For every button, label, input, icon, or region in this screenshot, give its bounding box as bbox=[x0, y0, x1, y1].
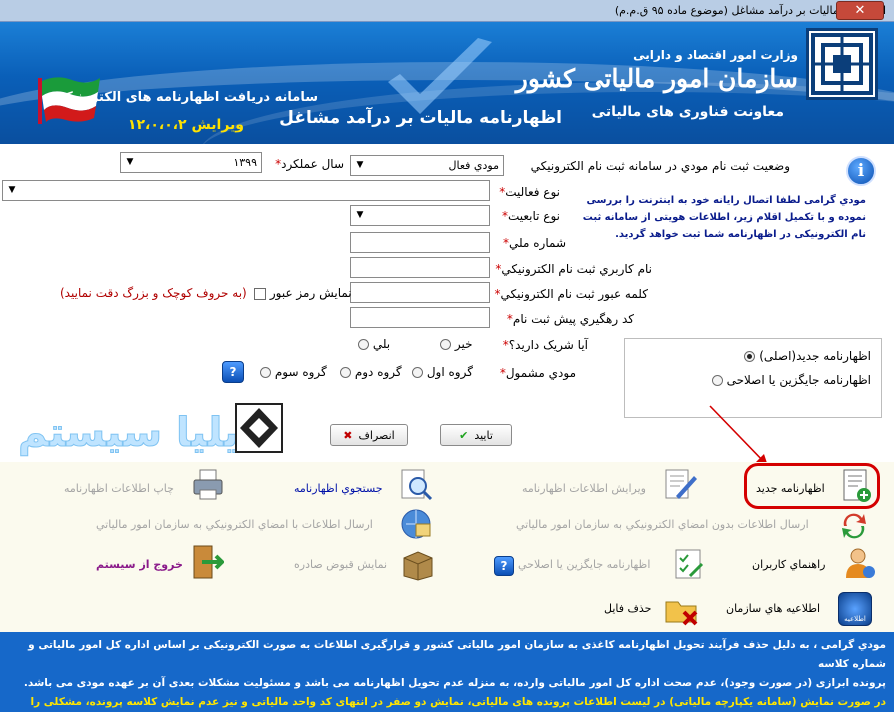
group-2-radio[interactable] bbox=[340, 367, 351, 378]
show-receipts-action[interactable]: نمايش قبوض صادره bbox=[294, 558, 387, 571]
exit-action[interactable]: خروج از سيستم bbox=[96, 558, 183, 571]
search-return-action[interactable]: جستجوي اظهارنامه bbox=[294, 482, 383, 495]
replace-return-action[interactable]: اظهارنامه جايگزين يا اصلاحي bbox=[518, 558, 650, 571]
tracking-code-input[interactable] bbox=[350, 307, 490, 328]
info-icon: i bbox=[846, 156, 876, 186]
checklist-icon[interactable] bbox=[672, 546, 708, 582]
sync-arrows-icon[interactable] bbox=[836, 508, 872, 544]
logo-emblem-icon bbox=[811, 33, 873, 95]
partner-no-radio[interactable] bbox=[440, 339, 451, 350]
nationality-select[interactable]: ▼ bbox=[350, 205, 490, 226]
activity-type-label: نوع فعاليت* bbox=[499, 185, 560, 199]
partner-no-option[interactable]: خير bbox=[440, 337, 473, 351]
printer-icon[interactable] bbox=[190, 466, 226, 502]
dropdown-arrow-icon: ▼ bbox=[126, 157, 134, 167]
edit-info-icon[interactable] bbox=[662, 466, 698, 502]
return-replace-option[interactable]: اظهارنامه جايگزين يا اصلاحی bbox=[711, 373, 871, 387]
national-id-input[interactable] bbox=[350, 232, 490, 253]
edit-info-action[interactable]: ويرايش اطلاعات اظهارنامه bbox=[522, 482, 646, 495]
partner-yes-option[interactable]: بلي bbox=[358, 337, 390, 351]
new-return-action[interactable]: اظهارنامه جديد bbox=[756, 482, 825, 495]
username-label: نام كاربري ثبت نام الكترونيكي* bbox=[495, 262, 652, 276]
send-signed-action[interactable]: ارسال اطلاعات با امضاي الكترونيكي به ساز… bbox=[96, 518, 373, 531]
return-new-radio[interactable] bbox=[744, 351, 756, 362]
exit-door-icon[interactable] bbox=[188, 544, 224, 580]
password-label: كلمه عبور ثبت نام الكترونيكي* bbox=[494, 287, 648, 301]
username-input[interactable] bbox=[350, 257, 490, 278]
taxpayer-group-label: مودي مشمول* bbox=[499, 366, 576, 380]
return-new-option[interactable]: اظهارنامه جديد(اصلی) bbox=[744, 349, 871, 363]
help-question-icon[interactable]: ? bbox=[222, 361, 244, 383]
delete-folder-icon[interactable] bbox=[664, 592, 700, 628]
partner-label: آيا شريک داريد؟* bbox=[502, 338, 588, 352]
group-3-radio[interactable] bbox=[260, 367, 271, 378]
tracking-code-label: كد رهگيري پيش ثبت نام* bbox=[506, 312, 634, 326]
national-id-label: شماره ملي* bbox=[503, 236, 566, 250]
send-unsigned-action[interactable]: ارسال اطلاعات بدون امضاي الكترونيكي به س… bbox=[516, 518, 809, 531]
form-title: اظهارنامه مالیات بر درآمد مشاغل bbox=[279, 108, 562, 128]
activity-type-select[interactable]: ▼ bbox=[2, 180, 490, 201]
show-password-checkbox[interactable] bbox=[254, 287, 266, 300]
notice-text: مودي گرامی لطفا اتصال رايانه خود به اينت… bbox=[582, 195, 866, 240]
announcements-action[interactable]: اطلاعيه هاي سازمان bbox=[726, 602, 820, 615]
return-replace-radio[interactable] bbox=[711, 375, 723, 386]
version-label: ویرایش ۱۲،۰،۰،۲ bbox=[127, 117, 244, 133]
svg-text:ایلیا سیستم: ایلیا سیستم bbox=[18, 410, 252, 456]
receipts-box-icon[interactable] bbox=[400, 546, 436, 582]
dropdown-arrow-icon: ▼ bbox=[356, 160, 364, 170]
fiscal-year-label: سال عملکرد* bbox=[275, 157, 344, 171]
cancel-x-icon: ✖ bbox=[343, 428, 353, 442]
footer-notice: مودي گرامی ، به دليل حذف فرآيند تحويل اظ… bbox=[0, 632, 894, 712]
group-1-option[interactable]: گروه اول bbox=[412, 365, 473, 379]
footer-line-3: در صورت نمايش (سامانه يكپارچه مالياتی) د… bbox=[30, 696, 886, 708]
window-titlebar: اظهارنامه ماليات بر درآمد مشاغل (موضوع م… bbox=[0, 0, 894, 22]
delete-file-action[interactable]: حذف فايل bbox=[604, 602, 651, 615]
department-name: معاونت فناوری های مالیاتی bbox=[591, 104, 784, 120]
case-hint: (به حروف كوچک و بزرگ دقت نماييد) bbox=[60, 286, 247, 300]
announcements-icon[interactable]: اطلاعيه bbox=[838, 592, 872, 626]
user-icon[interactable] bbox=[842, 546, 878, 582]
system-name: سامانه دریافت اظهارنامه های الکترونیک bbox=[59, 90, 318, 105]
print-info-action[interactable]: چاپ اطلاعات اظهارنامه bbox=[64, 482, 174, 495]
close-button[interactable]: ✕ bbox=[836, 1, 884, 20]
show-password-option[interactable]: نمايش رمز عبور bbox=[254, 286, 352, 300]
ministry-name: وزارت امور اقتصاد و دارایی bbox=[633, 48, 798, 62]
tax-organization-logo bbox=[806, 28, 878, 100]
ilya-system-watermark: ایلیا سیستم bbox=[18, 403, 283, 457]
status-label: وضعيت ثبت نام مودي در سامانه ثبت نام الك… bbox=[530, 159, 790, 173]
partner-yes-radio[interactable] bbox=[358, 339, 369, 350]
nationality-label: نوع تابعيت* bbox=[501, 209, 560, 223]
password-input[interactable] bbox=[350, 282, 490, 303]
fiscal-year-select[interactable]: ▼ ۱۳۹۹ bbox=[120, 152, 262, 173]
header-banner: وزارت امور اقتصاد و دارایی سازمان امور م… bbox=[0, 22, 894, 144]
replace-help-question-icon[interactable]: ? bbox=[494, 556, 514, 576]
confirm-button[interactable]: تاييد ✔ bbox=[440, 424, 512, 446]
footer-line-2: پرونده ابرازی (در صورت وجود)، عدم صحت اد… bbox=[23, 677, 886, 689]
new-return-doc-icon[interactable] bbox=[838, 468, 874, 504]
organization-name: سازمان امور مالیاتی کشور bbox=[515, 64, 798, 93]
group-2-option[interactable]: گروه دوم bbox=[340, 365, 402, 379]
group-3-option[interactable]: گروه سوم bbox=[260, 365, 327, 379]
cancel-button[interactable]: انصراف ✖ bbox=[330, 424, 408, 446]
search-icon[interactable] bbox=[398, 466, 434, 502]
footer-line-1: مودي گرامی ، به دليل حذف فرآيند تحويل اظ… bbox=[28, 639, 886, 670]
group-1-radio[interactable] bbox=[412, 367, 423, 378]
dropdown-arrow-icon: ▼ bbox=[356, 210, 364, 220]
dropdown-arrow-icon: ▼ bbox=[8, 185, 16, 195]
status-select[interactable]: ▼ مودي فعال bbox=[350, 155, 504, 176]
check-icon: ✔ bbox=[459, 428, 469, 442]
user-guide-action[interactable]: راهنماي كاربران bbox=[752, 558, 825, 571]
send-signed-icon[interactable] bbox=[398, 506, 434, 542]
